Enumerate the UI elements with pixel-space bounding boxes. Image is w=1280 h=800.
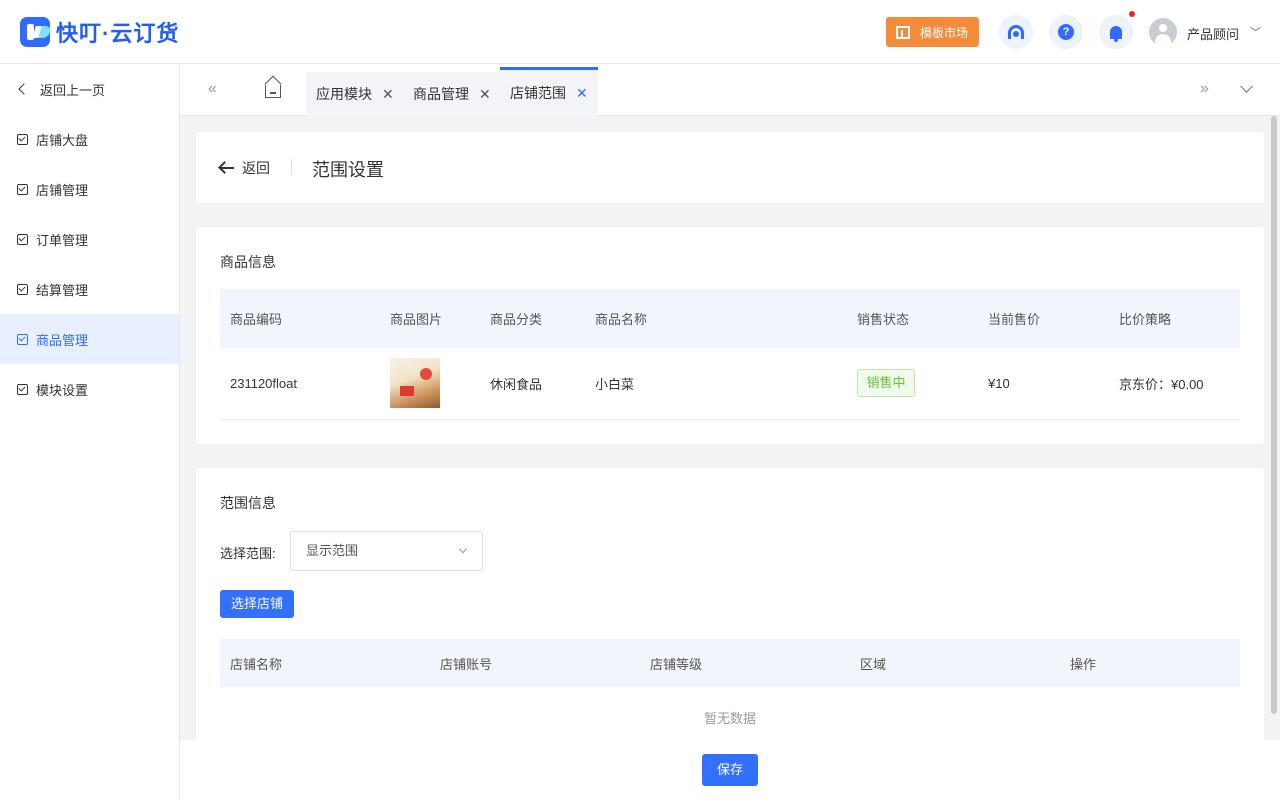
tab-label: 商品管理 xyxy=(413,86,469,102)
sidebar-item-goods-management[interactable]: 商品管理 xyxy=(0,314,179,364)
headset-icon xyxy=(1008,25,1024,39)
title-card: 返回 范围设置 xyxy=(196,132,1264,203)
column-header: 区域 xyxy=(850,639,1060,687)
chevron-down-icon[interactable]: ﹀ xyxy=(1250,24,1261,40)
menu-icon xyxy=(17,133,28,145)
notification-dot xyxy=(1129,11,1135,17)
user-avatar[interactable] xyxy=(1149,18,1177,46)
table-header-row: 商品编码 商品图片 商品分类 商品名称 销售状态 当前售价 比价策略 xyxy=(220,289,1240,348)
footer-bar: 保存 xyxy=(180,740,1280,800)
goods-code: 231120float xyxy=(220,348,380,420)
column-header: 商品图片 xyxy=(380,289,480,348)
close-icon[interactable]: ✕ xyxy=(576,85,588,102)
column-header: 商品名称 xyxy=(585,289,847,348)
column-header: 商品编码 xyxy=(220,289,380,348)
sidebar-item-store-management[interactable]: 店铺管理 xyxy=(0,164,179,214)
sidebar-item-label: 店铺大盘 xyxy=(36,132,89,148)
menu-icon xyxy=(17,333,28,345)
sidebar-item-label: 结算管理 xyxy=(36,282,89,298)
column-header: 当前售价 xyxy=(978,289,1109,348)
goods-table: 商品编码 商品图片 商品分类 商品名称 销售状态 当前售价 比价策略 23112… xyxy=(220,289,1240,420)
scroll-right-icon[interactable]: » xyxy=(1200,80,1209,98)
question-icon: ? xyxy=(1058,24,1074,40)
column-header: 店铺等级 xyxy=(640,639,850,687)
customer-service-button[interactable] xyxy=(999,15,1033,49)
chevron-left-icon xyxy=(18,83,30,95)
logo-text: 快叮·云订货 xyxy=(56,21,180,46)
tab-goods-management[interactable]: 商品管理 ✕ xyxy=(403,72,501,116)
close-icon[interactable]: ✕ xyxy=(479,86,491,103)
help-button[interactable]: ? xyxy=(1049,15,1083,49)
goods-status-cell: 销售中 xyxy=(847,348,978,420)
sidebar-item-settlement-management[interactable]: 结算管理 xyxy=(0,264,179,314)
template-market-label: 模板市场 xyxy=(920,25,969,40)
back-button[interactable]: 返回 xyxy=(220,158,270,178)
scroll-left-icon[interactable]: « xyxy=(208,80,217,98)
template-icon xyxy=(896,25,910,39)
goods-name: 小白菜 xyxy=(585,348,847,420)
column-header: 商品分类 xyxy=(480,289,585,348)
chevron-down-icon xyxy=(458,544,468,554)
scope-info-card: 范围信息 选择范围: 显示范围 选择店铺 店铺名称 店铺账号 店铺等级 区域 操… xyxy=(196,468,1264,768)
table-header-row: 店铺名称 店铺账号 店铺等级 区域 操作 xyxy=(220,639,1240,687)
menu-icon xyxy=(17,233,28,245)
logo-mark-icon xyxy=(20,17,50,47)
save-button[interactable]: 保存 xyxy=(702,754,758,786)
menu-icon xyxy=(17,383,28,395)
chevron-down-icon[interactable] xyxy=(1240,80,1253,93)
tab-app-modules[interactable]: 应用模块 ✕ xyxy=(306,72,404,116)
column-header: 比价策略 xyxy=(1109,289,1240,348)
top-header: 快叮·云订货 模板市场 ? 产品顾问 ﹀ xyxy=(0,0,1280,64)
sidebar-item-store-dashboard[interactable]: 店铺大盘 xyxy=(0,114,179,164)
goods-strategy: 京东价：¥0.00 xyxy=(1109,348,1240,420)
tab-label: 应用模块 xyxy=(316,86,372,102)
goods-info-card: 商品信息 商品编码 商品图片 商品分类 商品名称 销售状态 当前售价 比价策略 … xyxy=(196,227,1264,444)
arrow-left-icon xyxy=(220,167,234,169)
scope-select-value: 显示范围 xyxy=(306,543,359,558)
back-label: 返回 xyxy=(242,160,270,176)
notification-button[interactable] xyxy=(1099,15,1133,49)
tab-store-scope[interactable]: 店铺范围 ✕ xyxy=(500,67,598,116)
sidebar-item-order-management[interactable]: 订单管理 xyxy=(0,214,179,264)
section-title: 商品信息 xyxy=(220,254,276,270)
menu-icon xyxy=(17,283,28,295)
goods-image-cell xyxy=(380,348,480,420)
bell-icon xyxy=(1110,25,1122,42)
sidebar-item-label: 商品管理 xyxy=(36,332,89,348)
column-header: 店铺账号 xyxy=(430,639,640,687)
sidebar: 返回上一页 店铺大盘 店铺管理 订单管理 结算管理 商品管理 模块设置 xyxy=(0,64,180,800)
sidebar-back[interactable]: 返回上一页 xyxy=(0,64,179,114)
user-name[interactable]: 产品顾问 xyxy=(1187,24,1239,43)
scope-select[interactable]: 显示范围 xyxy=(290,531,483,571)
scope-select-label: 选择范围: xyxy=(220,546,276,561)
close-icon[interactable]: ✕ xyxy=(382,86,394,103)
column-header: 销售状态 xyxy=(847,289,978,348)
select-shop-button[interactable]: 选择店铺 xyxy=(220,590,294,618)
table-row: 231120float 休闲食品 小白菜 销售中 ¥10 京东价：¥0.00 xyxy=(220,348,1240,420)
template-market-button[interactable]: 模板市场 xyxy=(886,17,979,47)
home-icon[interactable] xyxy=(265,83,281,98)
tab-bar: « 应用模块 ✕ 商品管理 ✕ 店铺范围 ✕ » xyxy=(180,64,1280,116)
sidebar-item-label: 模块设置 xyxy=(36,382,89,398)
sidebar-item-label: 店铺管理 xyxy=(36,182,89,198)
goods-price: ¥10 xyxy=(978,348,1109,420)
divider xyxy=(291,159,292,175)
sidebar-item-label: 订单管理 xyxy=(36,232,89,248)
page-title: 范围设置 xyxy=(312,160,384,180)
goods-image[interactable] xyxy=(390,358,440,409)
column-header: 操作 xyxy=(1060,639,1240,687)
scrollbar[interactable] xyxy=(1271,116,1277,714)
sidebar-item-module-settings[interactable]: 模块设置 xyxy=(0,364,179,414)
menu-icon xyxy=(17,183,28,195)
section-title: 范围信息 xyxy=(220,495,276,511)
goods-category: 休闲食品 xyxy=(480,348,585,420)
sidebar-back-label: 返回上一页 xyxy=(40,82,106,98)
tab-label: 店铺范围 xyxy=(510,85,566,101)
shop-table: 店铺名称 店铺账号 店铺等级 区域 操作 xyxy=(220,639,1240,687)
column-header: 店铺名称 xyxy=(220,639,430,687)
app-logo[interactable]: 快叮·云订货 xyxy=(20,16,179,48)
empty-state: 暂无数据 xyxy=(703,711,756,726)
status-badge: 销售中 xyxy=(857,369,915,398)
